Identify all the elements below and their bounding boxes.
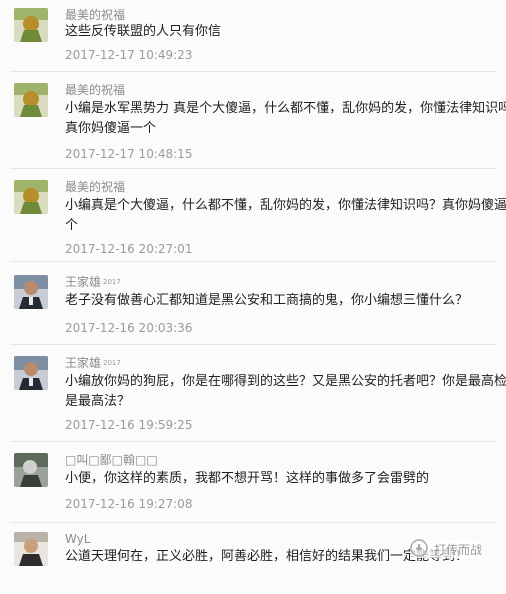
comment-text: 小编放你妈的狗屁，你是在哪得到的这些？又是黑公安的托者吧？你是最高检还 是最高法… — [65, 374, 506, 409]
comment-item: WyL 公道天理何在，正义必胜，阿善必胜，相信好的结果我们一定能等到！ — [0, 524, 506, 594]
comment-text: 小编真是个大傻逼，什么都不懂，乱你妈的发，你懂法律知识吗？真你妈傻逼一 个 — [65, 198, 506, 233]
avatar[interactable] — [14, 180, 48, 214]
commenter-name[interactable]: 最美的祝福 — [65, 8, 125, 22]
avatar[interactable] — [14, 453, 48, 487]
avatar[interactable] — [14, 356, 48, 390]
avatar[interactable] — [14, 532, 48, 566]
comment-timestamp: 2017-12-17 10:48:15 — [65, 147, 193, 161]
commenter-name[interactable]: 最美的祝福 — [65, 180, 125, 194]
comment-text: 这些反传联盟的人只有你信 — [65, 24, 222, 39]
comment-timestamp: 2017-12-17 10:49:23 — [65, 48, 193, 62]
divider — [10, 522, 496, 523]
avatar[interactable] — [14, 8, 48, 42]
commenter-name[interactable]: WyL — [65, 532, 90, 546]
comment-item: □叫□鄙□翰□□ 小便，你这样的素质，我都不想开骂！这样的事做多了会雷劈的 20… — [0, 443, 506, 523]
comment-text: 小编是水军黑势力 真是个大傻逼，什么都不懂，乱你妈的发，你懂法律知识吗？ 真你妈… — [65, 101, 506, 136]
divider — [10, 261, 496, 262]
avatar[interactable] — [14, 275, 48, 309]
comment-timestamp: 2017-12-16 19:59:25 — [65, 418, 193, 432]
commenter-name[interactable]: 王家雄 2017 — [65, 356, 121, 370]
divider — [10, 344, 496, 345]
fist-icon — [410, 538, 428, 560]
comment-item: 王家雄 2017 老子没有做善心汇都知道是黑公安和工商搞的鬼，你小编想三懂什么？ … — [0, 263, 506, 345]
commenter-name[interactable]: □叫□鄙□翰□□ — [65, 453, 158, 467]
comment-text: 老子没有做善心汇都知道是黑公安和工商搞的鬼，你小编想三懂什么？ — [65, 293, 469, 308]
watermark: 打传而战 — [410, 538, 483, 560]
commenter-name[interactable]: 王家雄 2017 — [65, 275, 121, 289]
watermark-text: 打传而战 — [434, 542, 483, 557]
commenter-name[interactable]: 最美的祝福 — [65, 83, 125, 97]
comment-timestamp: 2017-12-16 20:03:36 — [65, 321, 193, 335]
comment-item: 最美的祝福 小编是水军黑势力 真是个大傻逼，什么都不懂，乱你妈的发，你懂法律知识… — [0, 73, 506, 169]
vip-badge: 2017 — [103, 359, 121, 367]
comment-timestamp: 2017-12-16 20:27:01 — [65, 242, 193, 256]
divider — [10, 168, 496, 169]
divider — [10, 441, 496, 442]
comment-item: 最美的祝福 小编真是个大傻逼，什么都不懂，乱你妈的发，你懂法律知识吗？真你妈傻逼… — [0, 170, 506, 262]
vip-badge: 2017 — [103, 278, 121, 286]
comment-timestamp: 2017-12-16 19:27:08 — [65, 497, 193, 511]
comment-item: 王家雄 2017 小编放你妈的狗屁，你是在哪得到的这些？又是黑公安的托者吧？你是最… — [0, 346, 506, 442]
comment-item: 最美的祝福 这些反传联盟的人只有你信 2017-12-17 10:49:23 — [0, 0, 506, 72]
divider — [10, 71, 496, 72]
comment-feed: 最美的祝福 这些反传联盟的人只有你信 2017-12-17 10:49:23 最… — [0, 0, 506, 594]
avatar[interactable] — [14, 83, 48, 117]
comment-text: 小便，你这样的素质，我都不想开骂！这样的事做多了会雷劈的 — [65, 471, 430, 486]
